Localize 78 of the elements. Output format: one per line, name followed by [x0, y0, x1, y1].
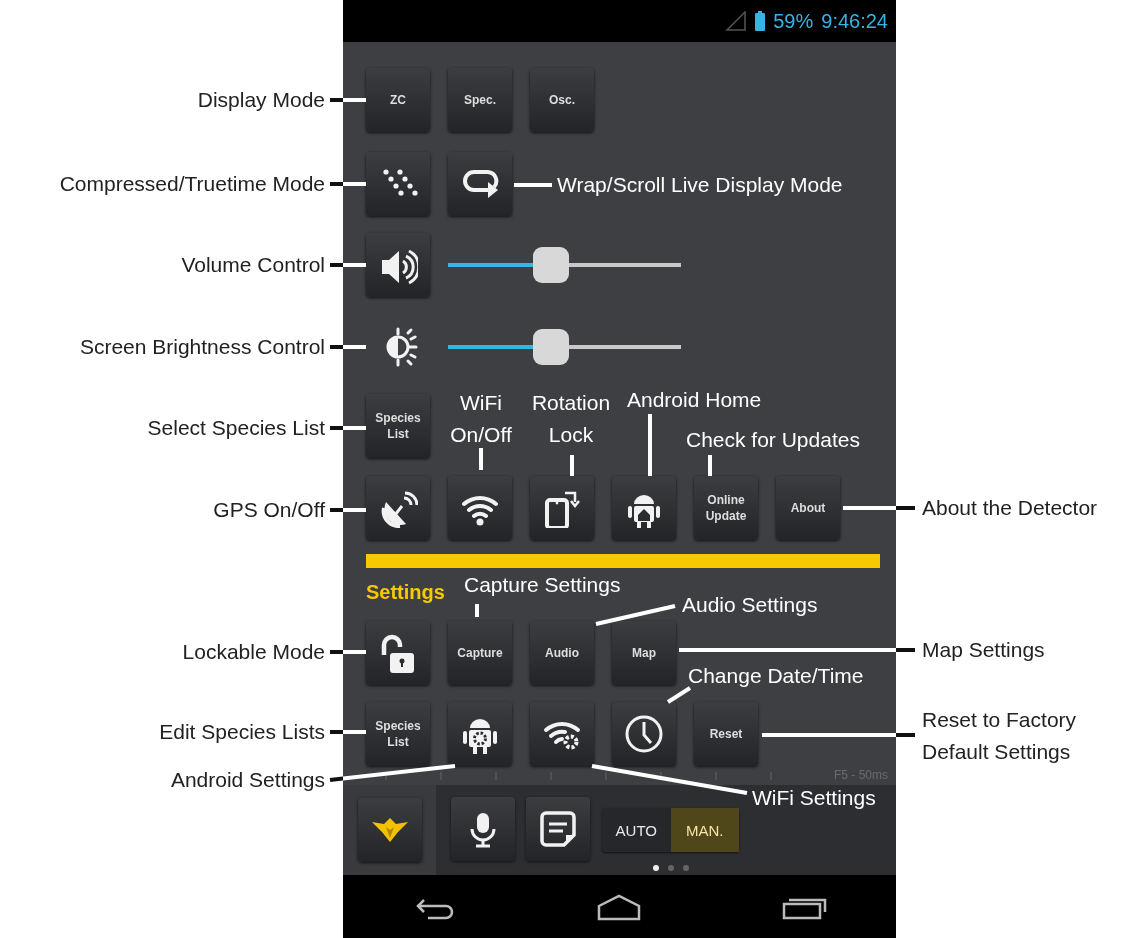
wifi-button[interactable] [448, 476, 512, 540]
online-update-button[interactable]: Online Update [694, 476, 758, 540]
date-time-button[interactable] [612, 702, 676, 766]
callout-label: Display Mode [197, 87, 325, 113]
settings-heading: Settings [366, 581, 445, 603]
leader-line [475, 604, 479, 617]
mode-option[interactable]: MAN. [670, 808, 739, 852]
callout-label: Reset to Factory Default Settings [922, 707, 1078, 765]
display-mode-button[interactable]: ZC [366, 68, 430, 132]
callout-label: WiFi On/Off [449, 390, 513, 448]
species-list-button[interactable]: Species List [366, 702, 430, 766]
leader-line [666, 686, 692, 704]
callout-label: Select Species List [147, 415, 325, 441]
note-icon [538, 809, 578, 849]
slider-thumb[interactable] [532, 329, 569, 365]
clock-icon [624, 714, 664, 754]
signal-icon [725, 11, 748, 31]
leader-line [708, 455, 712, 476]
leader-line [514, 183, 552, 187]
compressed-mode-button[interactable] [366, 152, 430, 216]
battery-percent: 59% [773, 9, 814, 33]
leader-line [330, 508, 366, 512]
callout-label: WiFi Settings [752, 785, 876, 811]
android-home-button[interactable] [612, 476, 676, 540]
wifi-settings-button[interactable] [530, 702, 594, 766]
about-button[interactable]: About [776, 476, 840, 540]
leader-line [330, 730, 366, 734]
volume-button[interactable] [366, 233, 430, 297]
mode-option[interactable]: AUTO [602, 808, 671, 852]
wrap-mode-button[interactable] [448, 152, 512, 216]
leader-line [843, 506, 915, 510]
notes-button[interactable] [526, 797, 590, 861]
android-settings-button[interactable] [448, 702, 512, 766]
callout-label: Screen Brightness Control [79, 334, 325, 360]
display-mode-button[interactable]: Spec. [448, 68, 512, 132]
callout-label: GPS On/Off [213, 497, 325, 523]
display-mode-button[interactable]: Osc. [530, 68, 594, 132]
settings-button[interactable]: Audio [530, 621, 594, 685]
rotation-lock-button[interactable] [530, 476, 594, 540]
leader-line [330, 263, 366, 267]
callout-label: Edit Species Lists [159, 719, 325, 745]
gps-button[interactable] [366, 476, 430, 540]
settings-button[interactable]: Map [612, 621, 676, 685]
leader-line [479, 448, 483, 470]
logo-button[interactable] [357, 798, 422, 862]
page-dot[interactable] [667, 865, 674, 871]
settings-button[interactable]: Capture [448, 621, 512, 685]
species-list-button[interactable]: Species List [366, 394, 430, 458]
leader-line [570, 455, 574, 476]
callout-label: Compressed/Truetime Mode [59, 171, 325, 197]
leader-line [330, 650, 366, 654]
clock-time: 9:46:24 [821, 9, 888, 33]
leader-line [330, 98, 366, 102]
leader-line [330, 426, 366, 430]
page-dot[interactable] [652, 865, 659, 871]
slider-thumb[interactable] [532, 247, 569, 283]
leader-line [330, 345, 366, 349]
callout-label: Check for Updates [686, 427, 860, 453]
callout-label: Android Home [627, 387, 762, 413]
reset-button[interactable]: Reset [694, 702, 758, 766]
callout-label: Lockable Mode [182, 639, 325, 665]
callout-label: Audio Settings [682, 592, 818, 618]
brightness-slider[interactable] [448, 327, 681, 367]
volume-slider[interactable] [448, 245, 681, 285]
record-button[interactable] [451, 797, 515, 861]
page-dot[interactable] [682, 865, 689, 871]
callout-label: About the Detector [922, 495, 1098, 521]
callout-label: Wrap/Scroll Live Display Mode [557, 172, 843, 198]
callout-label: Rotation Lock [530, 390, 612, 448]
callout-label: Capture Settings [464, 572, 621, 598]
callout-label: Volume Control [181, 252, 325, 278]
leader-line [648, 414, 652, 476]
callout-label: Map Settings [922, 637, 1045, 663]
callout-label: Android Settings [170, 767, 325, 793]
callout-label: Change Date/Time [688, 663, 864, 689]
leader-line [330, 182, 366, 186]
battery-icon [755, 11, 766, 31]
lock-button[interactable] [366, 621, 430, 685]
